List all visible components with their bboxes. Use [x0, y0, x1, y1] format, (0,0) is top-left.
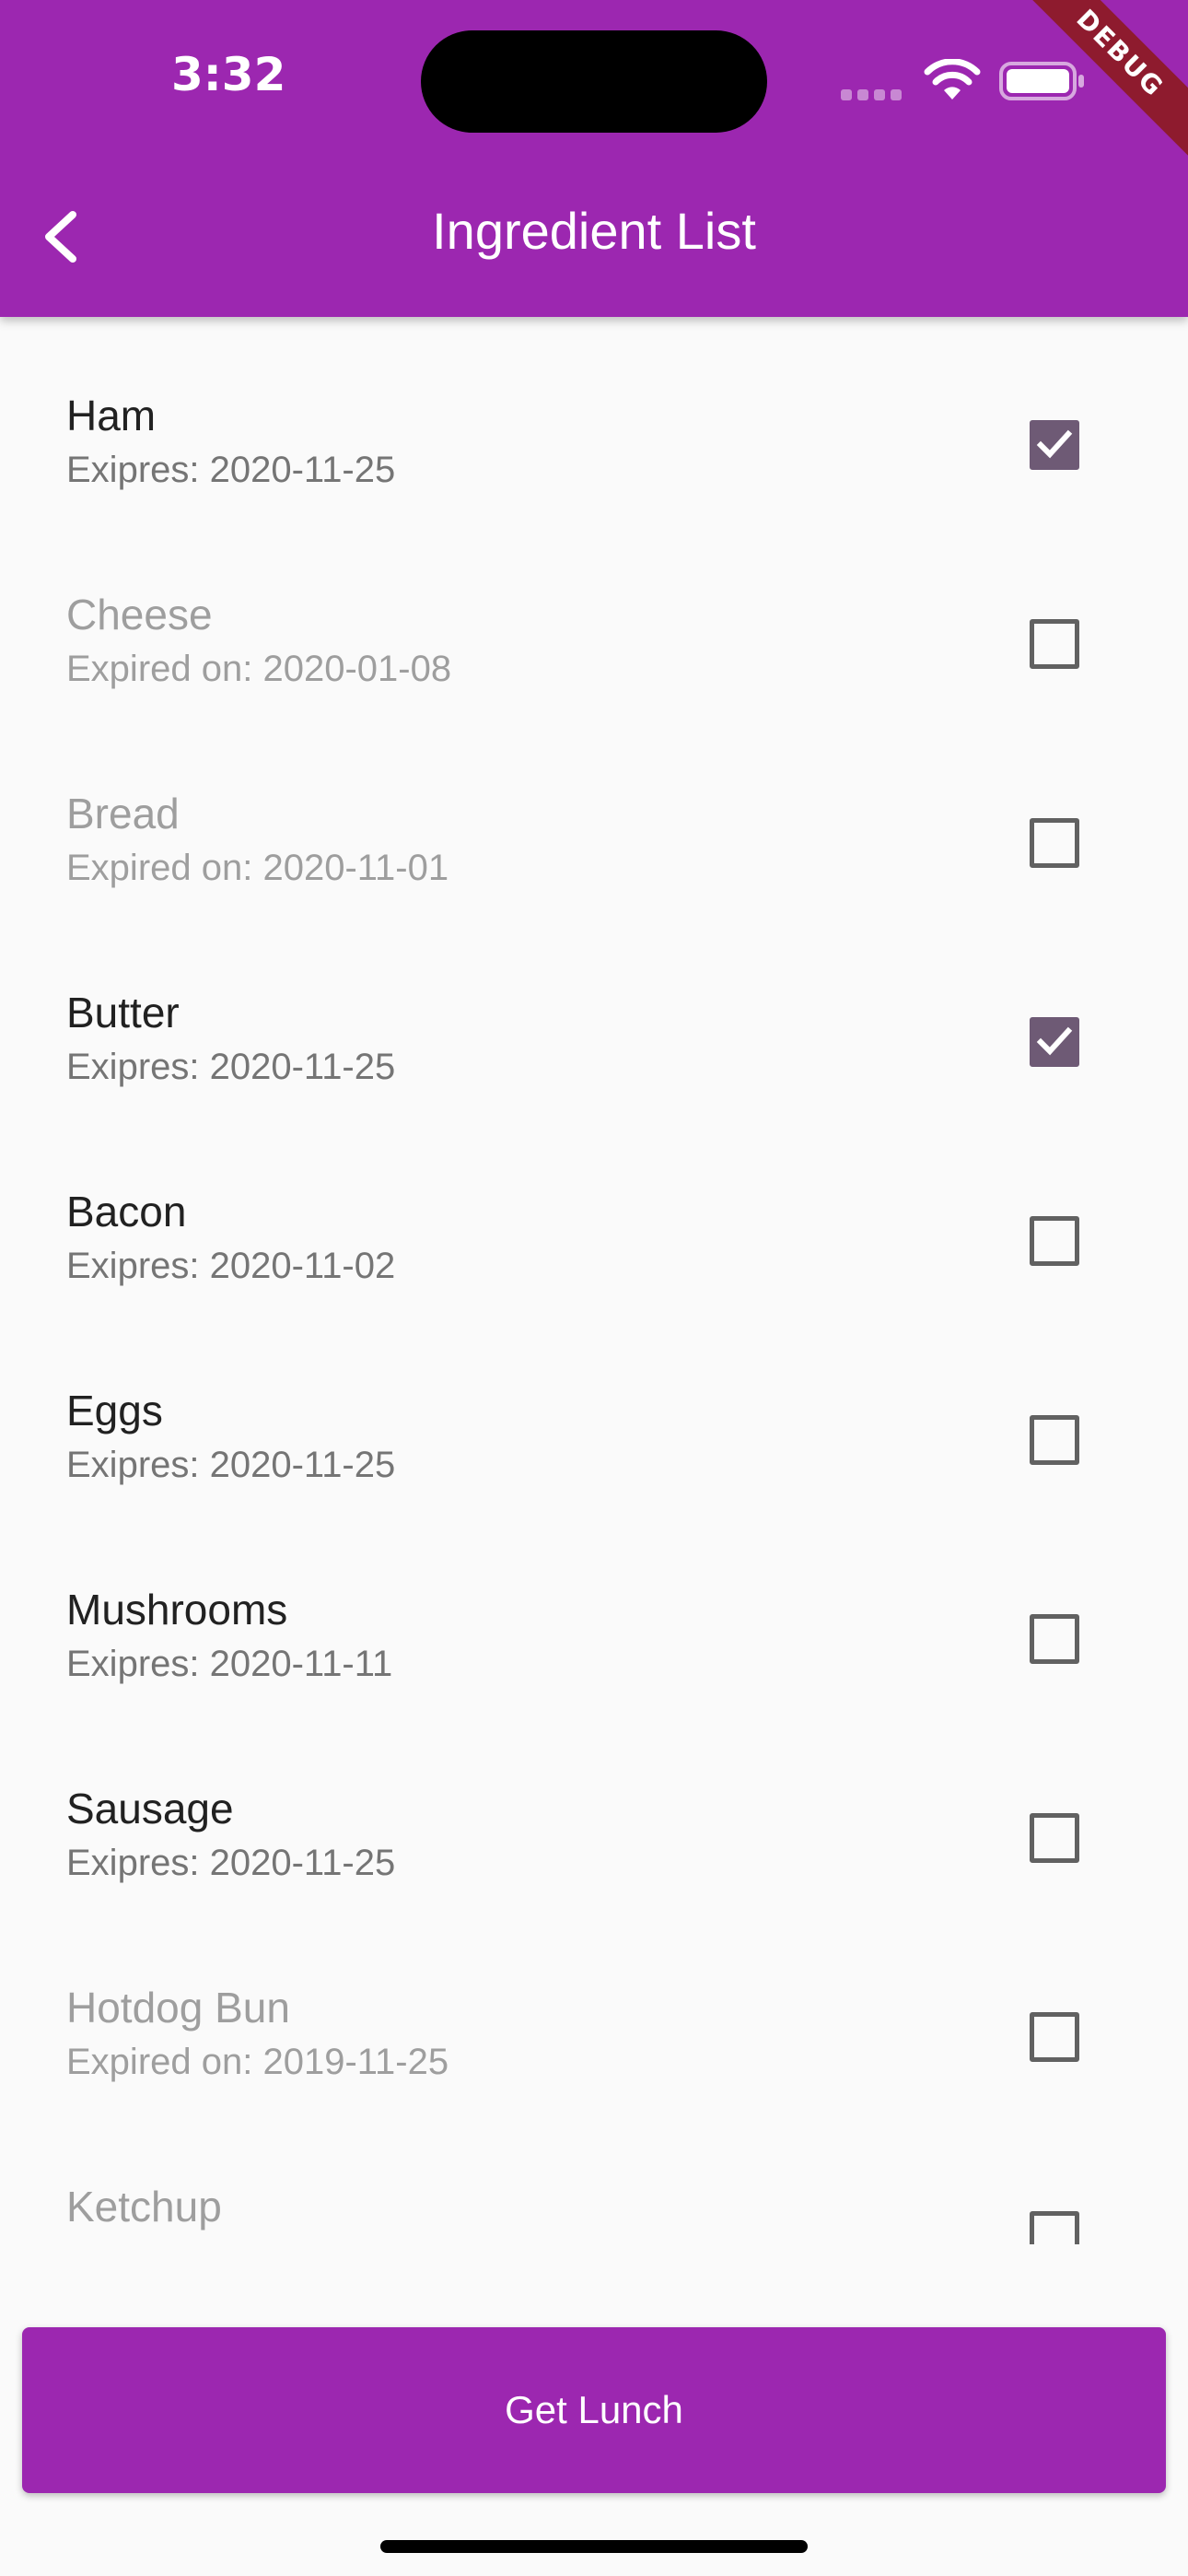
- home-indicator: [380, 2540, 808, 2553]
- debug-banner-label: DEBUG: [1022, 0, 1188, 162]
- ingredient-name: Bacon: [66, 1188, 187, 1235]
- checkmark-icon: [1036, 1026, 1073, 1056]
- cellular-signal-icon: [841, 87, 907, 104]
- ingredient-name: Ketchup: [66, 2183, 222, 2231]
- debug-banner: DEBUG: [1022, 0, 1188, 166]
- ingredient-name: Sausage: [66, 1785, 234, 1832]
- ingredient-name: Hotdog Bun: [66, 1984, 290, 2032]
- ingredient-expiry: Exipres: 2020-11-11: [66, 1644, 393, 1684]
- page-title: Ingredient List: [432, 202, 756, 260]
- list-item[interactable]: Bread Expired on: 2020-11-01: [0, 715, 1188, 914]
- list-item[interactable]: Hotdog Bun Expired on: 2019-11-25: [0, 1909, 1188, 2108]
- ingredient-checkbox[interactable]: [1030, 1813, 1079, 1863]
- ingredient-name: Butter: [66, 989, 180, 1036]
- ingredient-expiry: Exipres: 2020-11-25: [66, 1843, 396, 1883]
- list-item[interactable]: Ketchup: [0, 2108, 1188, 2244]
- checkmark-icon: [1036, 429, 1073, 459]
- ingredient-checkbox[interactable]: [1030, 1017, 1079, 1067]
- list-item[interactable]: Sausage Exipres: 2020-11-25: [0, 1710, 1188, 1909]
- list-item[interactable]: Bacon Exipres: 2020-11-02: [0, 1113, 1188, 1312]
- ingredient-expiry: Expired on: 2020-01-08: [66, 649, 452, 689]
- ingredient-expiry: Exipres: 2020-11-25: [66, 450, 396, 490]
- dynamic-island: [421, 30, 767, 133]
- ingredient-expiry: Expired on: 2019-11-25: [66, 2042, 449, 2082]
- ingredient-name: Mushrooms: [66, 1586, 288, 1633]
- ingredient-checkbox[interactable]: [1030, 1614, 1079, 1664]
- ingredient-expiry: Exipres: 2020-11-25: [66, 1047, 396, 1087]
- ingredient-name: Eggs: [66, 1387, 163, 1434]
- get-lunch-button[interactable]: Get Lunch: [22, 2327, 1166, 2493]
- ingredient-name: Ham: [66, 392, 157, 439]
- ingredient-checkbox[interactable]: [1030, 1415, 1079, 1465]
- ingredient-list[interactable]: Ham Exipres: 2020-11-25 Cheese Expired o…: [0, 317, 1188, 2244]
- app-bar: 3:32 Ingredient List: [0, 0, 1188, 317]
- ingredient-name: Cheese: [66, 591, 213, 638]
- ingredient-expiry: Expired on: 2020-11-01: [66, 848, 449, 888]
- ingredient-expiry: Exipres: 2020-11-02: [66, 1246, 396, 1286]
- status-time: 3:32: [171, 48, 286, 101]
- ingredient-checkbox[interactable]: [1030, 2211, 1079, 2244]
- ingredient-checkbox[interactable]: [1030, 2012, 1079, 2062]
- ingredient-name: Bread: [66, 790, 180, 837]
- ingredient-checkbox[interactable]: [1030, 420, 1079, 470]
- list-item[interactable]: Butter Exipres: 2020-11-25: [0, 914, 1188, 1113]
- list-item[interactable]: Mushrooms Exipres: 2020-11-11: [0, 1511, 1188, 1710]
- ingredient-checkbox[interactable]: [1030, 818, 1079, 868]
- ingredient-checkbox[interactable]: [1030, 619, 1079, 669]
- ingredient-checkbox[interactable]: [1030, 1216, 1079, 1266]
- list-item[interactable]: Ham Exipres: 2020-11-25: [0, 317, 1188, 516]
- list-item[interactable]: Cheese Expired on: 2020-01-08: [0, 516, 1188, 715]
- list-item[interactable]: Eggs Exipres: 2020-11-25: [0, 1312, 1188, 1511]
- ingredient-expiry: Exipres: 2020-11-25: [66, 1445, 396, 1485]
- wifi-icon: [924, 58, 981, 105]
